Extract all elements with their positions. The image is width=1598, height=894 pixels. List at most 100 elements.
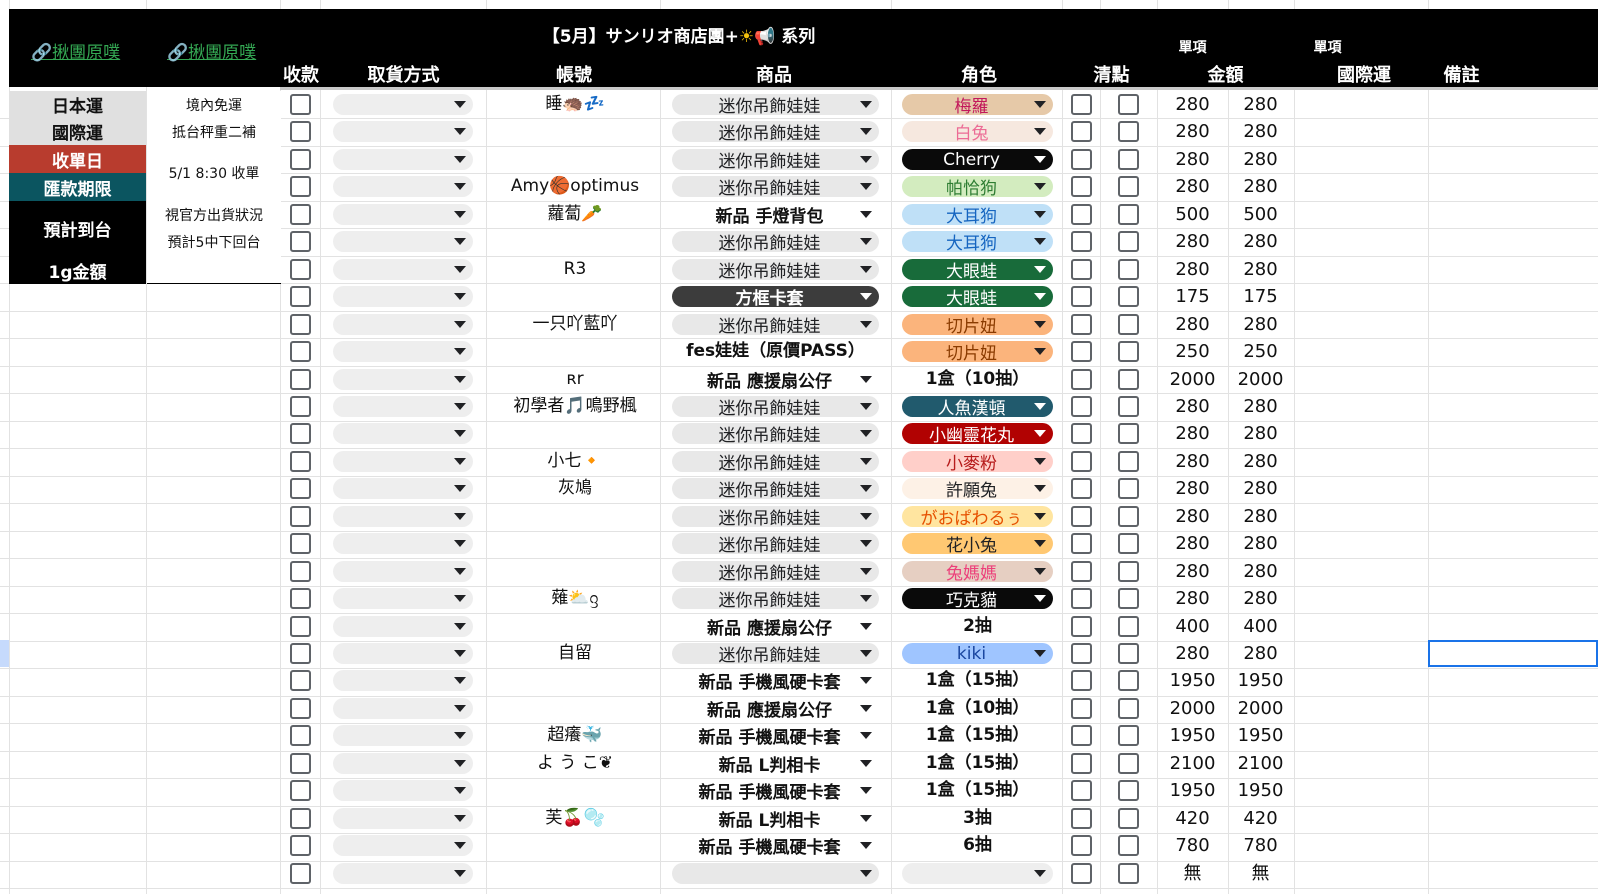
role-dropdown[interactable]: 切片妞: [902, 314, 1053, 335]
role-dropdown[interactable]: 大眼蛙: [902, 286, 1053, 307]
product-dropdown[interactable]: 迷你吊飾娃娃: [672, 588, 879, 609]
check-checkbox-2[interactable]: [1118, 94, 1139, 115]
check-checkbox-2[interactable]: [1118, 835, 1139, 856]
check-checkbox-1[interactable]: [1071, 863, 1092, 884]
role-dropdown[interactable]: 巧克貓: [902, 588, 1053, 609]
check-checkbox-1[interactable]: [1071, 286, 1092, 307]
check-checkbox-2[interactable]: [1118, 231, 1139, 252]
pickup-method-dropdown[interactable]: [333, 451, 473, 472]
role-dropdown[interactable]: 人魚漢頓: [902, 396, 1053, 417]
pickup-method-dropdown[interactable]: [333, 369, 473, 390]
product-dropdown[interactable]: 迷你吊飾娃娃: [672, 149, 879, 170]
pickup-method-dropdown[interactable]: [333, 643, 473, 664]
check-checkbox-2[interactable]: [1118, 863, 1139, 884]
role-dropdown[interactable]: 許願兔: [902, 478, 1053, 499]
pickup-method-dropdown[interactable]: [333, 423, 473, 444]
pickup-method-dropdown[interactable]: [333, 616, 473, 637]
payment-checkbox[interactable]: [290, 369, 311, 390]
check-checkbox-1[interactable]: [1071, 231, 1092, 252]
check-checkbox-1[interactable]: [1071, 533, 1092, 554]
check-checkbox-1[interactable]: [1071, 506, 1092, 527]
product-dropdown[interactable]: 迷你吊飾娃娃: [672, 561, 879, 582]
check-checkbox-2[interactable]: [1118, 698, 1139, 719]
payment-checkbox[interactable]: [290, 808, 311, 829]
pickup-method-dropdown[interactable]: [333, 121, 473, 142]
check-checkbox-1[interactable]: [1071, 808, 1092, 829]
product-dropdown[interactable]: 迷你吊飾娃娃: [672, 231, 879, 252]
check-checkbox-1[interactable]: [1071, 423, 1092, 444]
check-checkbox-1[interactable]: [1071, 259, 1092, 280]
check-checkbox-1[interactable]: [1071, 588, 1092, 609]
pickup-method-dropdown[interactable]: [333, 478, 473, 499]
payment-checkbox[interactable]: [290, 533, 311, 554]
pickup-method-dropdown[interactable]: [333, 863, 473, 884]
payment-checkbox[interactable]: [290, 341, 311, 362]
payment-checkbox[interactable]: [290, 231, 311, 252]
check-checkbox-2[interactable]: [1118, 259, 1139, 280]
check-checkbox-1[interactable]: [1071, 561, 1092, 582]
per-gram-value[interactable]: [147, 256, 281, 284]
payment-checkbox[interactable]: [290, 753, 311, 774]
pickup-method-dropdown[interactable]: [333, 231, 473, 252]
payment-checkbox[interactable]: [290, 780, 311, 801]
product-dropdown[interactable]: 迷你吊飾娃娃: [672, 533, 879, 554]
group-post-link-1[interactable]: 🔗揪團原噗: [31, 38, 120, 63]
pickup-method-dropdown[interactable]: [333, 259, 473, 280]
pickup-method-dropdown[interactable]: [333, 698, 473, 719]
check-checkbox-1[interactable]: [1071, 753, 1092, 774]
check-checkbox-1[interactable]: [1071, 616, 1092, 637]
product-dropdown[interactable]: 新品 手機風硬卡套: [672, 835, 879, 856]
pickup-method-dropdown[interactable]: [333, 314, 473, 335]
check-checkbox-2[interactable]: [1118, 780, 1139, 801]
role-dropdown[interactable]: 大耳狗: [902, 204, 1053, 225]
role-dropdown[interactable]: 白兔: [902, 121, 1053, 142]
product-dropdown[interactable]: 迷你吊飾娃娃: [672, 478, 879, 499]
pickup-method-dropdown[interactable]: [333, 588, 473, 609]
product-dropdown[interactable]: 迷你吊飾娃娃: [672, 643, 879, 664]
product-dropdown[interactable]: 新品 手燈背包: [672, 204, 879, 225]
check-checkbox-2[interactable]: [1118, 121, 1139, 142]
payment-checkbox[interactable]: [290, 314, 311, 335]
pickup-method-dropdown[interactable]: [333, 286, 473, 307]
product-dropdown[interactable]: 迷你吊飾娃娃: [672, 94, 879, 115]
payment-checkbox[interactable]: [290, 204, 311, 225]
check-checkbox-2[interactable]: [1118, 369, 1139, 390]
product-dropdown[interactable]: 迷你吊飾娃娃: [672, 423, 879, 444]
check-checkbox-1[interactable]: [1071, 643, 1092, 664]
payment-checkbox[interactable]: [290, 616, 311, 637]
pickup-method-dropdown[interactable]: [333, 396, 473, 417]
payment-checkbox[interactable]: [290, 863, 311, 884]
payment-checkbox[interactable]: [290, 725, 311, 746]
payment-checkbox[interactable]: [290, 478, 311, 499]
payment-checkbox[interactable]: [290, 396, 311, 417]
check-checkbox-2[interactable]: [1118, 753, 1139, 774]
pickup-method-dropdown[interactable]: [333, 753, 473, 774]
check-checkbox-2[interactable]: [1118, 478, 1139, 499]
check-checkbox-1[interactable]: [1071, 314, 1092, 335]
role-dropdown[interactable]: がおぱわるぅ: [902, 506, 1053, 527]
payment-checkbox[interactable]: [290, 94, 311, 115]
product-dropdown[interactable]: 方框卡套: [672, 286, 879, 307]
product-dropdown[interactable]: 新品 應援扇公仔: [672, 698, 879, 719]
role-dropdown[interactable]: 小幽靈花丸: [902, 423, 1053, 444]
check-checkbox-1[interactable]: [1071, 204, 1092, 225]
check-checkbox-1[interactable]: [1071, 670, 1092, 691]
check-checkbox-2[interactable]: [1118, 341, 1139, 362]
product-dropdown[interactable]: 迷你吊飾娃娃: [672, 451, 879, 472]
check-checkbox-1[interactable]: [1071, 94, 1092, 115]
check-checkbox-1[interactable]: [1071, 341, 1092, 362]
payment-checkbox[interactable]: [290, 698, 311, 719]
product-dropdown[interactable]: 迷你吊飾娃娃: [672, 259, 879, 280]
product-dropdown[interactable]: 迷你吊飾娃娃: [672, 396, 879, 417]
product-dropdown[interactable]: 迷你吊飾娃娃: [672, 176, 879, 197]
role-dropdown[interactable]: Cherry: [902, 149, 1053, 170]
check-checkbox-1[interactable]: [1071, 369, 1092, 390]
product-dropdown[interactable]: [672, 863, 879, 884]
check-checkbox-2[interactable]: [1118, 314, 1139, 335]
check-checkbox-1[interactable]: [1071, 780, 1092, 801]
payment-checkbox[interactable]: [290, 643, 311, 664]
pickup-method-dropdown[interactable]: [333, 808, 473, 829]
check-checkbox-2[interactable]: [1118, 643, 1139, 664]
product-dropdown[interactable]: 迷你吊飾娃娃: [672, 314, 879, 335]
pickup-method-dropdown[interactable]: [333, 341, 473, 362]
